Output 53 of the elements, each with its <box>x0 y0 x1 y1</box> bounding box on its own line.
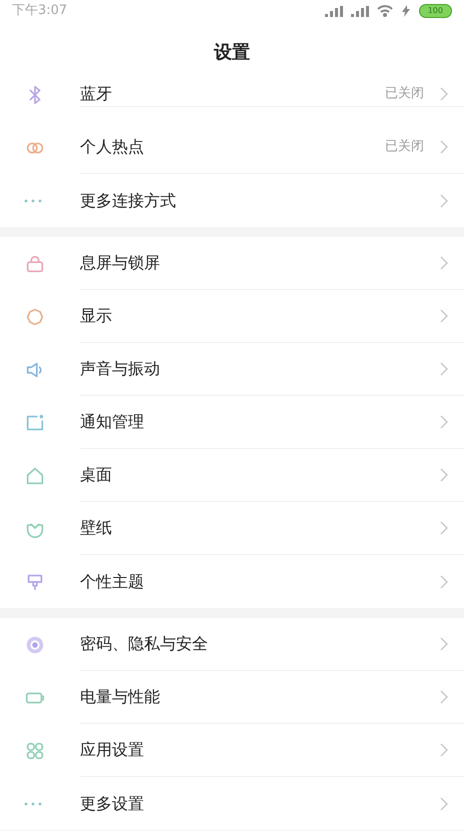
chevron-icon <box>440 521 448 535</box>
chevron-icon <box>440 140 448 154</box>
settings-row[interactable]: 通知管理 <box>0 396 464 449</box>
chevron-icon <box>440 743 448 757</box>
settings-row[interactable]: 更多设置 <box>0 777 464 830</box>
chevron-icon <box>440 362 448 376</box>
wifi-icon <box>376 5 393 17</box>
settings-row[interactable]: 更多连接方式 <box>0 174 464 227</box>
signal-icon <box>350 6 369 16</box>
settings-row[interactable]: 显示 <box>0 290 464 343</box>
setting-label: 息屏与锁屏 <box>80 252 161 274</box>
setting-label: 蓝牙 <box>80 83 113 105</box>
setting-label: 密码、隐私与安全 <box>80 633 209 655</box>
settings-row[interactable]: 桌面 <box>0 449 464 502</box>
setting-label: 电量与性能 <box>80 686 161 708</box>
chevron-icon <box>440 87 448 101</box>
settings-row[interactable]: 壁纸 <box>0 502 464 555</box>
chevron-icon <box>440 194 448 208</box>
setting-label: 桌面 <box>80 464 113 486</box>
setting-label: 通知管理 <box>80 411 145 433</box>
status-time: 下午3:07 <box>12 2 68 20</box>
setting-label: 更多设置 <box>80 792 145 814</box>
chevron-icon <box>440 690 448 704</box>
battery-indicator: 100 <box>418 4 452 18</box>
charging-icon <box>400 5 411 17</box>
setting-label: 显示 <box>80 305 113 327</box>
status-value: 已关闭 <box>385 85 424 104</box>
settings-row[interactable]: 电量与性能 <box>0 671 464 724</box>
setting-label: 个人热点 <box>80 136 145 158</box>
status-value: 已关闭 <box>385 138 424 156</box>
chevron-icon <box>440 637 448 651</box>
more-icon <box>24 198 42 202</box>
setting-label: 应用设置 <box>80 739 145 761</box>
setting-label: 更多连接方式 <box>80 190 177 212</box>
settings-row[interactable]: 个性主题 <box>0 555 464 608</box>
setting-label: 声音与振动 <box>80 358 161 380</box>
settings-row[interactable]: 个人热点 已关闭 <box>0 121 464 174</box>
chevron-icon <box>440 309 448 323</box>
settings-row[interactable]: 密码、隐私与安全 <box>0 618 464 671</box>
setting-label: 个性主题 <box>80 570 145 592</box>
page-title: 设置 <box>214 40 250 64</box>
more-icon <box>24 802 42 806</box>
chevron-icon <box>440 574 448 588</box>
settings-row[interactable]: 蓝牙 已关闭 <box>0 82 464 121</box>
chevron-icon <box>440 256 448 270</box>
chevron-icon <box>440 468 448 482</box>
chevron-icon <box>440 415 448 429</box>
setting-label: 壁纸 <box>80 517 113 539</box>
signal-icon <box>324 6 343 16</box>
settings-row[interactable]: 息屏与锁屏 <box>0 237 464 290</box>
settings-row[interactable]: 应用设置 <box>0 724 464 777</box>
chevron-icon <box>440 796 448 810</box>
settings-row[interactable]: 声音与振动 <box>0 343 464 396</box>
